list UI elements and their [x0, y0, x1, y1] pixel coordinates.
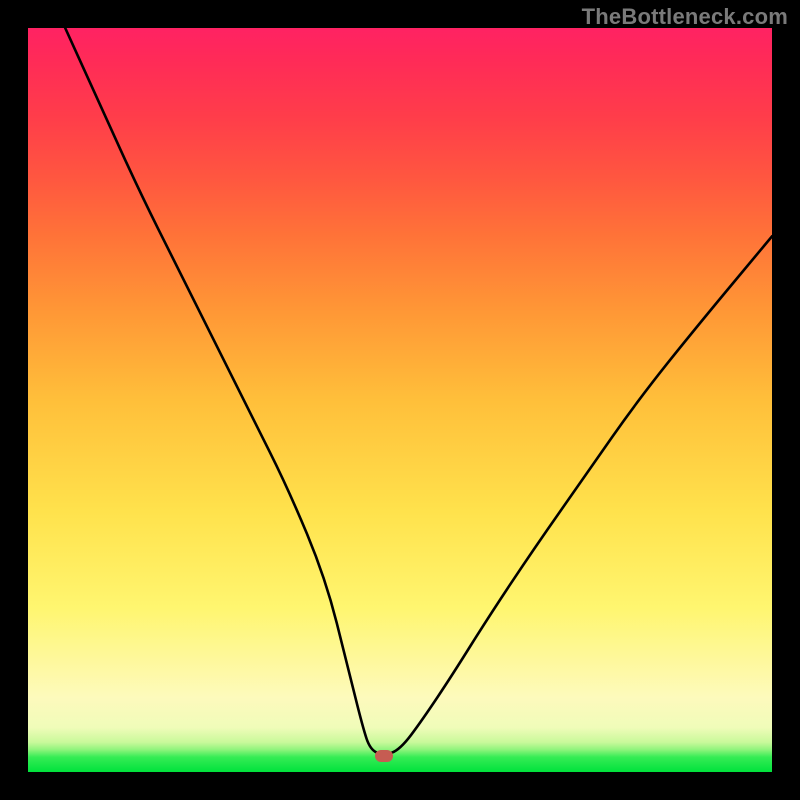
chart-stage: TheBottleneck.com [0, 0, 800, 800]
watermark-text: TheBottleneck.com [582, 4, 788, 30]
bottleneck-curve [28, 28, 772, 772]
curve-path [65, 28, 772, 754]
plot-area [28, 28, 772, 772]
optimal-marker [375, 750, 393, 762]
